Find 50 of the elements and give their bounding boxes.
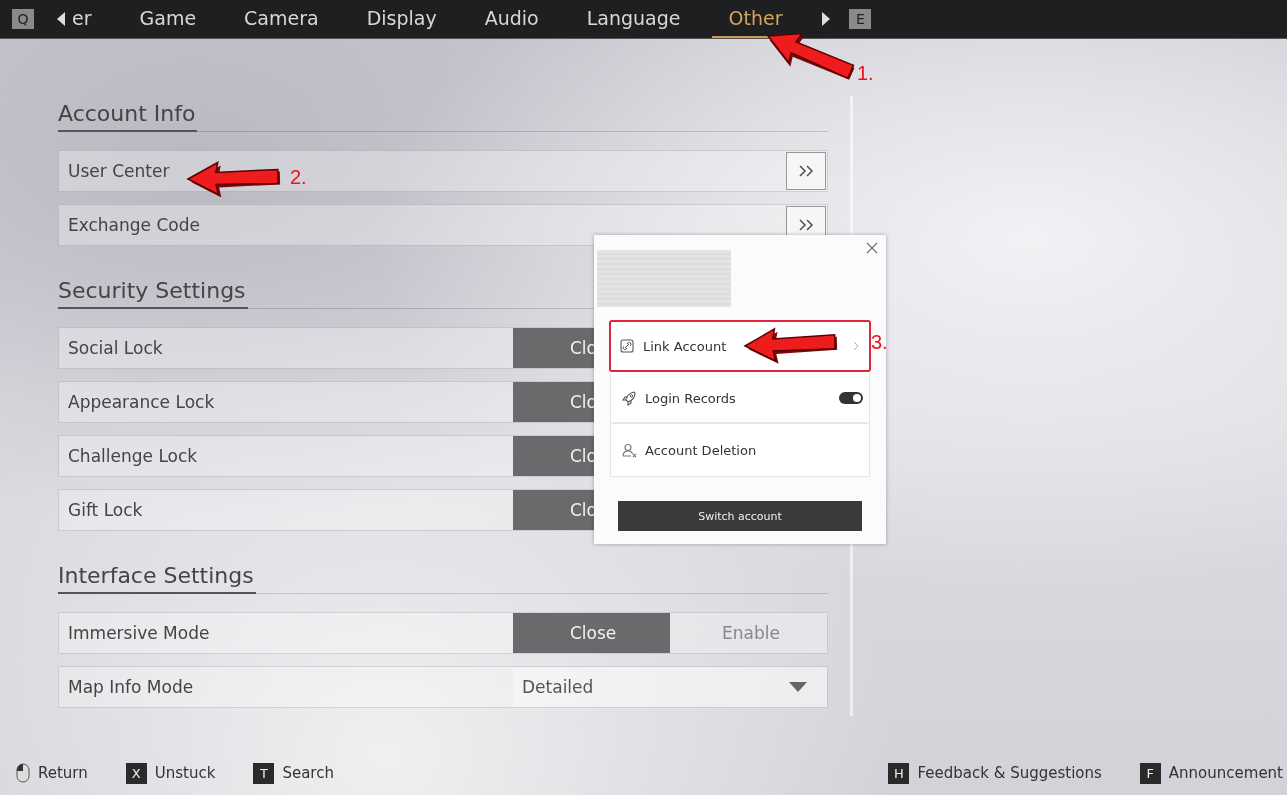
setting-label: Map Info Mode [67,677,194,697]
section-heading: Account Info [58,101,198,132]
setting-label: Challenge Lock [67,446,198,466]
tab[interactable]: Camera [227,0,336,38]
close-icon [866,242,878,254]
hint-label: Announcement [1168,764,1283,782]
switch-account-button[interactable]: Switch account [618,501,862,531]
key-hint: F [1139,762,1161,784]
key-hint: X [125,762,147,784]
key-hint: E [849,9,872,29]
step-label: 2. [290,166,307,189]
menu-item[interactable]: Link Account [609,320,871,372]
right-arrow-icon [821,12,832,26]
tab[interactable]: Game [122,0,214,38]
double-chevron-icon [798,165,814,177]
hint-label: Search [282,764,334,782]
link-icon [620,338,635,354]
setting-label: Immersive Mode [67,623,210,643]
toggle-switch[interactable] [839,392,863,404]
setting-label: Exchange Code [67,215,200,235]
hint-label: Return [38,764,88,782]
forward-button[interactable] [786,152,826,190]
left-arrow-icon [56,12,66,26]
setting-label: Appearance Lock [67,392,215,412]
chevron-icon [853,341,859,351]
setting-label: User Center [67,161,170,181]
hint-label: Unstuck [154,764,216,782]
dropdown[interactable]: Detailed [513,667,827,707]
mouse-icon [16,763,30,783]
tab[interactable]: Display [349,0,454,38]
setting-label: Gift Lock [67,500,143,520]
dropdown-value: Detailed [522,677,594,697]
section-heading: Interface Settings [58,563,256,594]
tab[interactable]: Language [569,0,698,38]
double-chevron-icon [798,219,814,231]
key-hint: Q [12,9,34,29]
setting-label: Social Lock [67,338,163,358]
menu-item[interactable]: Login Records [611,372,869,424]
option-button[interactable]: Close [513,613,670,653]
section-heading: Security Settings [58,278,248,309]
key-hint: T [253,762,275,784]
tab[interactable]: Audio [467,0,556,38]
key-hint: H [888,762,910,784]
caret-icon [789,682,807,692]
rocket-icon [622,390,637,406]
step-label: 3. [871,331,888,354]
user-remove-icon [622,442,637,458]
step-label: 1. [857,62,874,85]
hint-label: Feedback & Suggestions [917,764,1102,782]
tab[interactable]: er [68,0,109,38]
